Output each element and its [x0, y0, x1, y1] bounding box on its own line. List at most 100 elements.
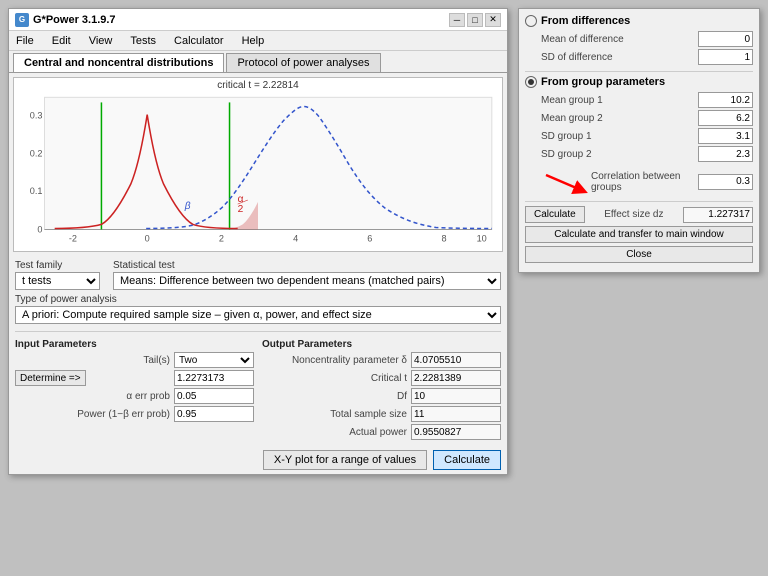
critical-t-out-value[interactable]	[411, 370, 501, 386]
sd-group1-label: SD group 1	[541, 131, 592, 142]
sd-group1-row: SD group 1	[525, 128, 753, 144]
alpha-input[interactable]	[174, 388, 254, 404]
rp-bottom: Calculate Effect size dz Calculate and t…	[525, 206, 753, 266]
mean-diff-input[interactable]	[698, 31, 753, 47]
effect-size-input[interactable]	[174, 370, 254, 386]
menu-file[interactable]: File	[13, 34, 37, 48]
sd-group2-input[interactable]	[698, 146, 753, 162]
right-panel: From differences Mean of difference SD o…	[518, 8, 760, 273]
arrow-indicator-area: Correlation between groups	[525, 168, 753, 197]
params-section: Input Parameters Tail(s) Two Determine =…	[9, 335, 507, 446]
total-sample-value[interactable]	[411, 406, 501, 422]
transfer-button[interactable]: Calculate and transfer to main window	[525, 226, 753, 243]
svg-text:8: 8	[442, 234, 447, 244]
sd-diff-input[interactable]	[698, 49, 753, 65]
determine-button[interactable]: Determine =>	[15, 370, 86, 386]
menu-view[interactable]: View	[86, 34, 116, 48]
menu-calculator[interactable]: Calculator	[171, 34, 227, 48]
correlation-label: Correlation between groups	[591, 171, 698, 193]
svg-text:10: 10	[477, 234, 487, 244]
svg-text:4: 4	[293, 234, 298, 244]
sd-group2-label: SD group 2	[541, 149, 592, 160]
svg-text:β: β	[184, 201, 191, 212]
actual-power-value[interactable]	[411, 424, 501, 440]
output-params-col: Output Parameters Noncentrality paramete…	[262, 339, 501, 442]
from-differences-radio[interactable]	[525, 15, 537, 27]
rp-effect-size-label: Effect size dz	[604, 209, 663, 220]
title-bar-controls: ─ □ ✕	[449, 13, 501, 27]
menu-tests[interactable]: Tests	[127, 34, 159, 48]
noncentrality-value[interactable]	[411, 352, 501, 368]
test-row: Test family t tests Statistical test Mea…	[15, 260, 501, 290]
noncentrality-label: Noncentrality parameter δ	[262, 355, 411, 366]
test-family-group: Test family t tests	[15, 260, 105, 290]
correlation-input[interactable]	[698, 174, 753, 190]
df-row: Df	[262, 388, 501, 404]
df-label: Df	[262, 391, 411, 402]
red-arrow-icon	[541, 170, 591, 195]
title-bar-left: G G*Power 3.1.9.7	[15, 13, 116, 27]
mean-group1-input[interactable]	[698, 92, 753, 108]
svg-text:-2: -2	[69, 234, 77, 244]
input-params-col: Input Parameters Tail(s) Two Determine =…	[15, 339, 254, 442]
statistical-test-select[interactable]: Means: Difference between two dependent …	[113, 272, 501, 290]
from-group-label: From group parameters	[541, 76, 665, 88]
tails-select[interactable]: Two	[174, 352, 254, 368]
test-family-select[interactable]: t tests	[15, 272, 100, 290]
statistical-test-label: Statistical test	[113, 260, 501, 271]
calculate-button[interactable]: Calculate	[433, 450, 501, 470]
close-button[interactable]: ✕	[485, 13, 501, 27]
power-analysis-label: Type of power analysis	[15, 294, 501, 305]
tab-protocol[interactable]: Protocol of power analyses	[226, 53, 380, 72]
sd-group1-input[interactable]	[698, 128, 753, 144]
close-button[interactable]: Close	[525, 246, 753, 263]
critical-t-row: Critical t	[262, 370, 501, 386]
mean-group1-row: Mean group 1	[525, 92, 753, 108]
correlation-row: Correlation between groups	[591, 171, 753, 193]
sd-diff-label: SD of difference	[541, 52, 613, 63]
distribution-chart: -2 0 2 4 6 8 10 0 0.1 0.2 0.3 β	[14, 91, 502, 246]
from-group-section: From group parameters Mean group 1 Mean …	[525, 76, 753, 162]
tails-row: Tail(s) Two	[15, 352, 254, 368]
statistical-test-group: Statistical test Means: Difference betwe…	[113, 260, 501, 290]
chart-area: critical t = 2.22814 -2 0 2 4 6 8 10 0 0…	[13, 77, 503, 252]
mean-group2-label: Mean group 2	[541, 113, 603, 124]
from-group-radio[interactable]	[525, 76, 537, 88]
sd-group2-row: SD group 2	[525, 146, 753, 162]
test-section: Test family t tests Statistical test Mea…	[9, 256, 507, 328]
bottom-bar: X-Y plot for a range of values Calculate	[9, 446, 507, 474]
xy-plot-button[interactable]: X-Y plot for a range of values	[263, 450, 427, 470]
effect-size-row: Determine =>	[15, 370, 254, 386]
power-input[interactable]	[174, 406, 254, 422]
from-group-radio-row: From group parameters	[525, 76, 753, 88]
total-sample-row: Total sample size	[262, 406, 501, 422]
mean-group2-input[interactable]	[698, 110, 753, 126]
menu-edit[interactable]: Edit	[49, 34, 74, 48]
app-icon: G	[15, 13, 29, 27]
tab-distributions[interactable]: Central and noncentral distributions	[13, 53, 224, 72]
from-differences-radio-row: From differences	[525, 15, 753, 27]
actual-power-label: Actual power	[262, 427, 411, 438]
tails-label: Tail(s)	[15, 355, 174, 366]
svg-text:0.2: 0.2	[30, 148, 43, 158]
tabs-bar: Central and noncentral distributions Pro…	[9, 51, 507, 73]
power-label: Power (1−β err prob)	[15, 409, 174, 420]
power-analysis-select[interactable]: A priori: Compute required sample size –…	[15, 306, 501, 324]
svg-text:0: 0	[145, 234, 150, 244]
menu-bar: File Edit View Tests Calculator Help	[9, 31, 507, 51]
menu-help[interactable]: Help	[239, 34, 268, 48]
critical-t-out-label: Critical t	[262, 373, 411, 384]
svg-text:0.1: 0.1	[30, 186, 43, 196]
sd-diff-row: SD of difference	[525, 49, 753, 65]
mean-group1-label: Mean group 1	[541, 95, 603, 106]
svg-text:0: 0	[37, 225, 42, 235]
actual-power-row: Actual power	[262, 424, 501, 440]
rp-effect-size-value[interactable]	[683, 207, 753, 223]
mean-diff-label: Mean of difference	[541, 34, 624, 45]
df-value[interactable]	[411, 388, 501, 404]
minimize-button[interactable]: ─	[449, 13, 465, 27]
noncentrality-row: Noncentrality parameter δ	[262, 352, 501, 368]
maximize-button[interactable]: □	[467, 13, 483, 27]
rp-calculate-button[interactable]: Calculate	[525, 206, 585, 223]
mean-group2-row: Mean group 2	[525, 110, 753, 126]
